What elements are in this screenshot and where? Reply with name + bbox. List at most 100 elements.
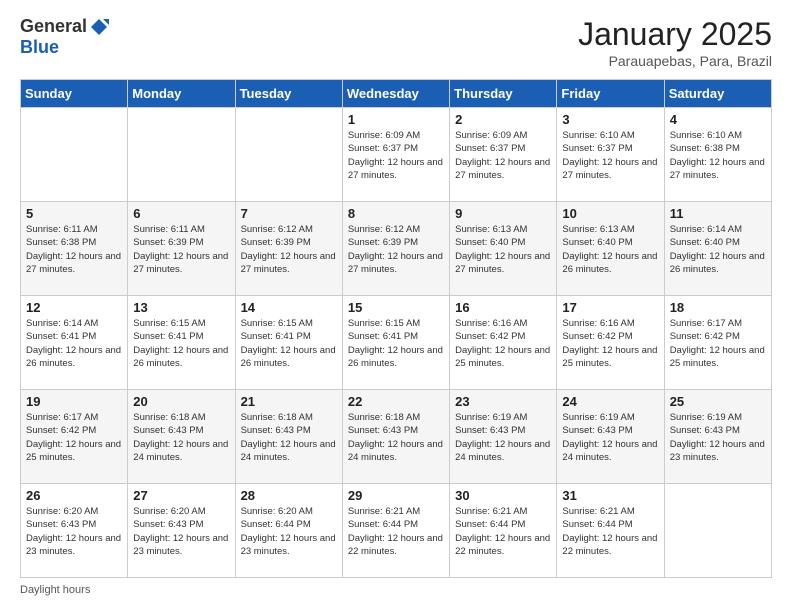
calendar-cell: 1 Sunrise: 6:09 AMSunset: 6:37 PMDaylight…	[342, 108, 449, 202]
day-number: 30	[455, 488, 551, 503]
day-info: Sunrise: 6:18 AMSunset: 6:43 PMDaylight:…	[241, 411, 337, 464]
footer-text: Daylight hours	[20, 584, 90, 596]
day-number: 31	[562, 488, 658, 503]
day-info: Sunrise: 6:09 AMSunset: 6:37 PMDaylight:…	[348, 129, 444, 182]
calendar-cell: 9Sunrise: 6:13 AMSunset: 6:40 PMDaylight…	[450, 202, 557, 296]
calendar-cell: 7 Sunrise: 6:12 AMSunset: 6:39 PMDaylight…	[235, 202, 342, 296]
day-number: 11	[670, 206, 766, 221]
day-number: 15	[348, 300, 444, 315]
day-number: 29	[348, 488, 444, 503]
page: General Blue January 2025 Parauapebas, P…	[0, 0, 792, 612]
day-number: 2	[455, 112, 551, 127]
week-row: 12 Sunrise: 6:14 AMSunset: 6:41 PMDayligh…	[21, 296, 772, 390]
day-info: Sunrise: 6:15 AMSunset: 6:41 PMDaylight:…	[348, 317, 444, 370]
calendar-cell: 23 Sunrise: 6:19 AMSunset: 6:43 PMDayligh…	[450, 390, 557, 484]
day-info: Sunrise: 6:12 AMSunset: 6:39 PMDaylight:…	[348, 223, 444, 276]
day-number: 16	[455, 300, 551, 315]
day-number: 4	[670, 112, 766, 127]
day-number: 28	[241, 488, 337, 503]
month-title: January 2025	[578, 16, 772, 53]
calendar-cell: 31 Sunrise: 6:21 AMSunset: 6:44 PMDayligh…	[557, 484, 664, 578]
day-info: Sunrise: 6:20 AMSunset: 6:43 PMDaylight:…	[26, 505, 122, 558]
day-number: 13	[133, 300, 229, 315]
day-info: Sunrise: 6:16 AMSunset: 6:42 PMDaylight:…	[455, 317, 551, 370]
day-info: Sunrise: 6:12 AMSunset: 6:39 PMDaylight:…	[241, 223, 337, 276]
day-header-friday: Friday	[557, 80, 664, 108]
day-number: 1	[348, 112, 444, 127]
calendar-cell: 4Sunrise: 6:10 AMSunset: 6:38 PMDaylight…	[664, 108, 771, 202]
day-number: 12	[26, 300, 122, 315]
calendar-cell: 14 Sunrise: 6:15 AMSunset: 6:41 PMDayligh…	[235, 296, 342, 390]
day-info: Sunrise: 6:13 AMSunset: 6:40 PMDaylight:…	[455, 223, 551, 276]
footer: Daylight hours	[20, 584, 772, 596]
calendar-cell: 18Sunrise: 6:17 AMSunset: 6:42 PMDayligh…	[664, 296, 771, 390]
day-number: 26	[26, 488, 122, 503]
calendar-cell: 27 Sunrise: 6:20 AMSunset: 6:43 PMDayligh…	[128, 484, 235, 578]
calendar-cell: 17 Sunrise: 6:16 AMSunset: 6:42 PMDayligh…	[557, 296, 664, 390]
week-row: 19 Sunrise: 6:17 AMSunset: 6:42 PMDayligh…	[21, 390, 772, 484]
day-header-saturday: Saturday	[664, 80, 771, 108]
calendar-cell: 12 Sunrise: 6:14 AMSunset: 6:41 PMDayligh…	[21, 296, 128, 390]
calendar-cell: 25Sunrise: 6:19 AMSunset: 6:43 PMDayligh…	[664, 390, 771, 484]
location-subtitle: Parauapebas, Para, Brazil	[578, 53, 772, 69]
calendar-cell: 22Sunrise: 6:18 AMSunset: 6:43 PMDayligh…	[342, 390, 449, 484]
calendar-cell: 16 Sunrise: 6:16 AMSunset: 6:42 PMDayligh…	[450, 296, 557, 390]
calendar-cell: 10Sunrise: 6:13 AMSunset: 6:40 PMDayligh…	[557, 202, 664, 296]
day-info: Sunrise: 6:16 AMSunset: 6:42 PMDaylight:…	[562, 317, 658, 370]
header-row: SundayMondayTuesdayWednesdayThursdayFrid…	[21, 80, 772, 108]
calendar-cell: 30 Sunrise: 6:21 AMSunset: 6:44 PMDayligh…	[450, 484, 557, 578]
calendar-cell: 26 Sunrise: 6:20 AMSunset: 6:43 PMDayligh…	[21, 484, 128, 578]
logo: General Blue	[20, 16, 109, 58]
day-number: 14	[241, 300, 337, 315]
day-number: 5	[26, 206, 122, 221]
day-header-sunday: Sunday	[21, 80, 128, 108]
calendar-table: SundayMondayTuesdayWednesdayThursdayFrid…	[20, 79, 772, 578]
day-info: Sunrise: 6:10 AMSunset: 6:37 PMDaylight:…	[562, 129, 658, 182]
day-number: 6	[133, 206, 229, 221]
day-number: 10	[562, 206, 658, 221]
day-info: Sunrise: 6:11 AMSunset: 6:38 PMDaylight:…	[26, 223, 122, 276]
calendar-cell: 15 Sunrise: 6:15 AMSunset: 6:41 PMDayligh…	[342, 296, 449, 390]
calendar-cell: 29Sunrise: 6:21 AMSunset: 6:44 PMDayligh…	[342, 484, 449, 578]
day-header-tuesday: Tuesday	[235, 80, 342, 108]
day-info: Sunrise: 6:21 AMSunset: 6:44 PMDaylight:…	[455, 505, 551, 558]
day-header-monday: Monday	[128, 80, 235, 108]
calendar-cell: 11Sunrise: 6:14 AMSunset: 6:40 PMDayligh…	[664, 202, 771, 296]
day-number: 8	[348, 206, 444, 221]
logo-icon	[89, 17, 109, 37]
week-row: 26 Sunrise: 6:20 AMSunset: 6:43 PMDayligh…	[21, 484, 772, 578]
calendar-cell	[664, 484, 771, 578]
day-number: 23	[455, 394, 551, 409]
calendar-cell: 3 Sunrise: 6:10 AMSunset: 6:37 PMDaylight…	[557, 108, 664, 202]
calendar-cell: 8 Sunrise: 6:12 AMSunset: 6:39 PMDaylight…	[342, 202, 449, 296]
calendar-cell: 13Sunrise: 6:15 AMSunset: 6:41 PMDayligh…	[128, 296, 235, 390]
day-number: 19	[26, 394, 122, 409]
day-info: Sunrise: 6:14 AMSunset: 6:41 PMDaylight:…	[26, 317, 122, 370]
day-number: 22	[348, 394, 444, 409]
logo-blue-text: Blue	[20, 37, 59, 58]
day-info: Sunrise: 6:19 AMSunset: 6:43 PMDaylight:…	[670, 411, 766, 464]
calendar-cell	[128, 108, 235, 202]
day-info: Sunrise: 6:19 AMSunset: 6:43 PMDaylight:…	[455, 411, 551, 464]
calendar-cell: 19 Sunrise: 6:17 AMSunset: 6:42 PMDayligh…	[21, 390, 128, 484]
day-number: 17	[562, 300, 658, 315]
day-info: Sunrise: 6:19 AMSunset: 6:43 PMDaylight:…	[562, 411, 658, 464]
day-number: 7	[241, 206, 337, 221]
day-number: 20	[133, 394, 229, 409]
day-info: Sunrise: 6:17 AMSunset: 6:42 PMDaylight:…	[26, 411, 122, 464]
logo-general-text: General	[20, 16, 87, 37]
day-info: Sunrise: 6:21 AMSunset: 6:44 PMDaylight:…	[562, 505, 658, 558]
day-info: Sunrise: 6:20 AMSunset: 6:44 PMDaylight:…	[241, 505, 337, 558]
calendar-cell	[235, 108, 342, 202]
week-row: 5 Sunrise: 6:11 AMSunset: 6:38 PMDaylight…	[21, 202, 772, 296]
week-row: 1 Sunrise: 6:09 AMSunset: 6:37 PMDaylight…	[21, 108, 772, 202]
day-info: Sunrise: 6:20 AMSunset: 6:43 PMDaylight:…	[133, 505, 229, 558]
day-info: Sunrise: 6:17 AMSunset: 6:42 PMDaylight:…	[670, 317, 766, 370]
calendar-cell: 20Sunrise: 6:18 AMSunset: 6:43 PMDayligh…	[128, 390, 235, 484]
day-number: 27	[133, 488, 229, 503]
calendar-cell: 5 Sunrise: 6:11 AMSunset: 6:38 PMDaylight…	[21, 202, 128, 296]
day-info: Sunrise: 6:15 AMSunset: 6:41 PMDaylight:…	[241, 317, 337, 370]
day-number: 3	[562, 112, 658, 127]
calendar-cell: 21Sunrise: 6:18 AMSunset: 6:43 PMDayligh…	[235, 390, 342, 484]
day-number: 24	[562, 394, 658, 409]
